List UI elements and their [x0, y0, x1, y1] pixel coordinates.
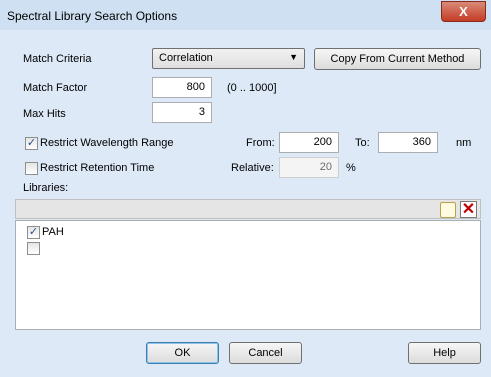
- to-label: To:: [355, 137, 370, 149]
- relative-label: Relative:: [231, 162, 274, 174]
- window-title: Spectral Library Search Options: [7, 9, 178, 23]
- retention-relative-input[interactable]: 20: [279, 157, 339, 178]
- libraries-toolbar: [15, 199, 481, 219]
- new-item-icon[interactable]: [440, 202, 456, 218]
- wavelength-from-input[interactable]: 200: [279, 132, 339, 153]
- libraries-label: Libraries:: [23, 182, 69, 194]
- from-label: From:: [246, 137, 275, 149]
- cancel-button[interactable]: Cancel: [229, 342, 302, 364]
- chevron-down-icon: ▼: [289, 52, 298, 62]
- match-factor-range: (0 .. 1000]: [227, 82, 277, 94]
- retention-unit: %: [346, 162, 356, 174]
- title-bar[interactable]: Spectral Library Search Options X: [0, 0, 491, 30]
- ok-button[interactable]: OK: [146, 342, 219, 364]
- library-pah-label: PAH: [42, 226, 64, 238]
- max-hits-input[interactable]: 3: [152, 102, 212, 123]
- max-hits-label: Max Hits: [23, 108, 66, 120]
- close-button[interactable]: X: [441, 1, 486, 22]
- copy-from-current-method-button[interactable]: Copy From Current Method: [314, 48, 481, 70]
- match-criteria-select[interactable]: Correlation ▼: [152, 48, 305, 69]
- match-factor-input[interactable]: 800: [152, 77, 212, 98]
- wavelength-to-input[interactable]: 360: [378, 132, 438, 153]
- help-button[interactable]: Help: [408, 342, 481, 364]
- wavelength-unit: nm: [456, 137, 472, 149]
- delete-icon[interactable]: ✕: [460, 201, 477, 218]
- restrict-wavelength-label: Restrict Wavelength Range: [40, 137, 174, 149]
- libraries-list[interactable]: [15, 220, 481, 330]
- restrict-retention-label: Restrict Retention Time: [40, 162, 155, 174]
- library-pah-checkbox[interactable]: ✓: [27, 226, 40, 239]
- match-factor-label: Match Factor: [23, 82, 88, 94]
- match-criteria-value: Correlation: [159, 52, 213, 64]
- match-criteria-label: Match Criteria: [23, 53, 92, 65]
- restrict-wavelength-checkbox[interactable]: ✓: [25, 137, 38, 150]
- library-empty-checkbox[interactable]: [27, 242, 40, 255]
- restrict-retention-checkbox[interactable]: [25, 162, 38, 175]
